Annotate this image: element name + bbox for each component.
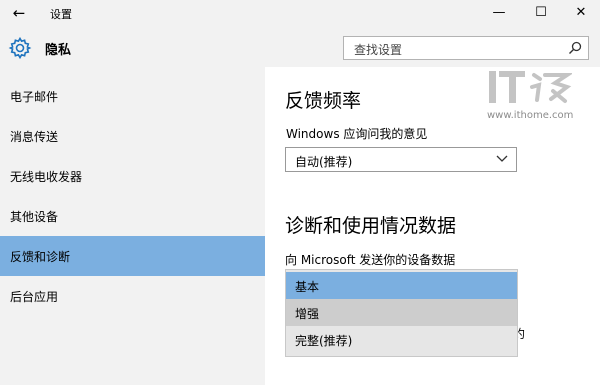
sidebar-item-email[interactable]: 电子邮件 [0, 76, 265, 116]
sidebar-item-background-apps[interactable]: 后台应用 [0, 276, 265, 316]
chevron-down-icon [496, 155, 508, 162]
sidebar-item-label: 消息传送 [10, 130, 59, 144]
sidebar-item-label: 无线电收发器 [10, 170, 83, 184]
maximize-button[interactable]: ☐ [526, 2, 556, 24]
feedback-frequency-select[interactable]: 自动(推荐) [285, 147, 517, 172]
watermark-url: www.ithome.com [487, 110, 574, 121]
option-enhanced[interactable]: 增强 [286, 299, 517, 326]
feedback-frequency-value: 自动(推荐) [295, 155, 353, 169]
diagnostics-heading: 诊断和使用情况数据 [285, 215, 457, 237]
sidebar-item-label: 电子邮件 [10, 90, 59, 104]
sidebar-item-label: 反馈和诊断 [10, 250, 71, 264]
back-arrow-icon[interactable]: ← [8, 3, 30, 23]
feedback-frequency-label: Windows 应询问我的意见 [286, 127, 428, 141]
diagnostic-data-dropdown[interactable]: 基本 增强 完整(推荐) [285, 269, 518, 357]
sidebar-item-label: 后台应用 [10, 290, 59, 304]
ithome-logo [489, 71, 572, 103]
close-button[interactable]: ✕ [566, 2, 596, 24]
option-full[interactable]: 完整(推荐) [286, 326, 517, 353]
search-icon[interactable] [568, 41, 582, 55]
sidebar-item-radios[interactable]: 无线电收发器 [0, 156, 265, 196]
sidebar-item-messaging[interactable]: 消息传送 [0, 116, 265, 156]
title-bar: ← 设置 — ☐ ✕ [0, 0, 600, 27]
option-label: 基本 [295, 280, 320, 294]
sidebar-item-feedback-diagnostics[interactable]: 反馈和诊断 [0, 236, 265, 276]
sidebar: 电子邮件 消息传送 无线电收发器 其他设备 反馈和诊断 后台应用 [0, 67, 265, 385]
page-title: 隐私 [45, 43, 72, 58]
search-input[interactable]: 查找设置 [343, 36, 589, 60]
option-label: 完整(推荐) [295, 334, 353, 348]
sidebar-item-other-devices[interactable]: 其他设备 [0, 196, 265, 236]
window-title: 设置 [50, 8, 72, 21]
option-basic[interactable]: 基本 [286, 272, 517, 299]
page-header: 隐私 查找设置 [0, 27, 600, 67]
minimize-button[interactable]: — [484, 2, 514, 24]
sidebar-item-label: 其他设备 [10, 210, 59, 224]
gear-icon [8, 36, 32, 60]
feedback-frequency-heading: 反馈频率 [285, 90, 362, 112]
option-label: 增强 [295, 307, 320, 321]
send-device-data-label: 向 Microsoft 发送你的设备数据 [285, 253, 456, 267]
search-placeholder: 查找设置 [354, 43, 403, 57]
